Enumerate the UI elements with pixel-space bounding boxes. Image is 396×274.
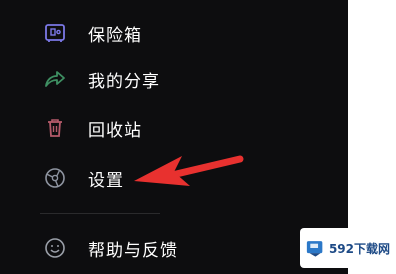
watermark-text: 592下载网	[328, 241, 390, 256]
share-icon	[40, 64, 70, 94]
safe-icon	[40, 18, 70, 48]
watermark-logo-icon	[306, 241, 323, 257]
watermark-logo: 592下载网	[300, 228, 390, 268]
menu-item-label: 保险箱	[88, 25, 142, 46]
menu-item-help-feedback[interactable]: 帮助与反馈	[40, 231, 178, 265]
settings-icon	[40, 163, 70, 193]
help-feedback-icon	[40, 233, 70, 263]
menu-item-settings[interactable]: 设置	[40, 161, 124, 195]
menu-item-safe[interactable]: 保险箱	[40, 16, 142, 50]
menu-item-recycle-bin[interactable]: 回收站	[40, 111, 142, 145]
side-menu-panel: 保险箱 我的分享 回收站 设置 帮助与反馈	[0, 0, 348, 274]
menu-item-label: 帮助与反馈	[88, 240, 178, 261]
trash-icon	[40, 113, 70, 143]
menu-item-label: 回收站	[88, 120, 142, 141]
menu-item-label: 设置	[88, 170, 124, 191]
menu-divider	[40, 213, 160, 214]
menu-item-my-share[interactable]: 我的分享	[40, 62, 160, 96]
menu-item-label: 我的分享	[88, 71, 160, 92]
